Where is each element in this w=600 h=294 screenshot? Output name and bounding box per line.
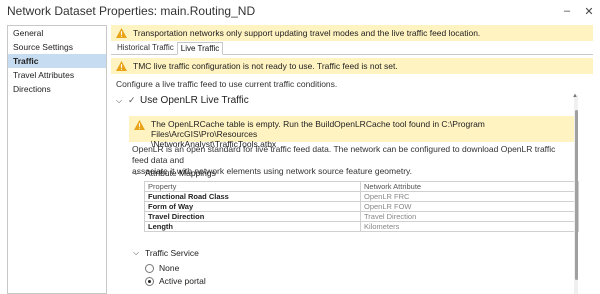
chevron-down-icon[interactable]: ⌵ bbox=[133, 248, 145, 258]
attribute-mappings-table: Property Network Attribute Functional Ro… bbox=[144, 181, 579, 232]
table-row[interactable]: Travel Direction Travel Direction bbox=[144, 211, 579, 222]
tmc-warning-text: TMC live traffic configuration is not re… bbox=[133, 61, 398, 71]
table-row[interactable]: Form of Way OpenLR FOW bbox=[144, 201, 579, 212]
radio-option-none[interactable]: None bbox=[145, 263, 179, 273]
property-cell: Length bbox=[144, 221, 361, 232]
table-row[interactable]: Functional Road Class OpenLR FRC bbox=[144, 191, 579, 202]
configure-description: Configure a live traffic feed to use cur… bbox=[116, 79, 338, 89]
warning-icon bbox=[134, 120, 145, 130]
radio-button[interactable] bbox=[145, 263, 154, 273]
openlr-section-header[interactable]: ⌵ ✓ Use OpenLR Live Traffic bbox=[116, 95, 249, 106]
property-cell: Form of Way bbox=[144, 201, 361, 212]
attribute-cell[interactable]: OpenLR FRC bbox=[360, 191, 579, 202]
table-header-row: Property Network Attribute bbox=[144, 181, 579, 192]
sidebar-item-traffic[interactable]: Traffic bbox=[8, 54, 106, 68]
attribute-cell[interactable]: Travel Direction bbox=[360, 211, 579, 222]
scrollbar-thumb[interactable] bbox=[575, 110, 578, 280]
sidebar-nav: General Source Settings Traffic Travel A… bbox=[7, 25, 107, 294]
property-cell: Travel Direction bbox=[144, 211, 361, 222]
property-cell: Functional Road Class bbox=[144, 191, 361, 202]
openlr-description-line1: OpenLR is an open standard for live traf… bbox=[132, 144, 556, 165]
radio-label: Active portal bbox=[159, 276, 206, 286]
radio-button[interactable] bbox=[145, 276, 154, 286]
openlr-cache-warning: The OpenLRCache table is empty. Run the … bbox=[129, 116, 575, 149]
column-header-property[interactable]: Property bbox=[144, 181, 361, 192]
column-header-network-attribute[interactable]: Network Attribute bbox=[360, 181, 579, 192]
warning-icon bbox=[116, 61, 127, 71]
radio-option-active-portal[interactable]: Active portal bbox=[145, 276, 206, 286]
window-title: Network Dataset Properties: main.Routing… bbox=[7, 4, 256, 18]
table-row[interactable]: Length Kilometers bbox=[144, 221, 579, 232]
attribute-cell[interactable]: Kilometers bbox=[360, 221, 579, 232]
tmc-warning-banner: TMC live traffic configuration is not re… bbox=[111, 58, 593, 74]
sidebar-item-general[interactable]: General bbox=[8, 26, 106, 40]
transport-warning-banner: Transportation networks only support upd… bbox=[111, 25, 593, 41]
openlr-section-label: Use OpenLR Live Traffic bbox=[140, 95, 249, 106]
attribute-mappings-label: Attribute Mappings bbox=[145, 168, 216, 178]
attribute-cell[interactable]: OpenLR FOW bbox=[360, 201, 579, 212]
checkmark-icon[interactable]: ✓ bbox=[128, 95, 140, 106]
radio-label: None bbox=[159, 263, 180, 273]
traffic-service-header[interactable]: ⌵ Traffic Service bbox=[133, 248, 199, 258]
chevron-down-icon[interactable]: ⌵ bbox=[116, 96, 128, 106]
tab-live-traffic[interactable]: Live Traffic bbox=[176, 42, 224, 55]
attribute-mappings-header[interactable]: ⌵ Attribute Mappings bbox=[133, 168, 216, 178]
close-icon[interactable]: ✕ bbox=[578, 0, 600, 22]
chevron-down-icon[interactable]: ⌵ bbox=[133, 168, 145, 178]
minimize-icon[interactable]: ‒ bbox=[556, 0, 578, 22]
cache-warning-line1: The OpenLRCache table is empty. Run the … bbox=[151, 119, 485, 139]
traffic-service-label: Traffic Service bbox=[145, 248, 199, 258]
tab-bar: Historical Traffic Live Traffic bbox=[111, 42, 593, 55]
scroll-up-icon[interactable]: ▲ bbox=[572, 93, 578, 99]
sidebar-item-source-settings[interactable]: Source Settings bbox=[8, 40, 106, 54]
tab-historical-traffic[interactable]: Historical Traffic bbox=[114, 42, 177, 55]
transport-warning-text: Transportation networks only support upd… bbox=[133, 28, 481, 38]
warning-icon bbox=[116, 28, 127, 38]
sidebar-item-travel-attributes[interactable]: Travel Attributes bbox=[8, 68, 106, 82]
title-bar: Network Dataset Properties: main.Routing… bbox=[0, 0, 600, 22]
sidebar-item-directions[interactable]: Directions bbox=[8, 82, 106, 96]
